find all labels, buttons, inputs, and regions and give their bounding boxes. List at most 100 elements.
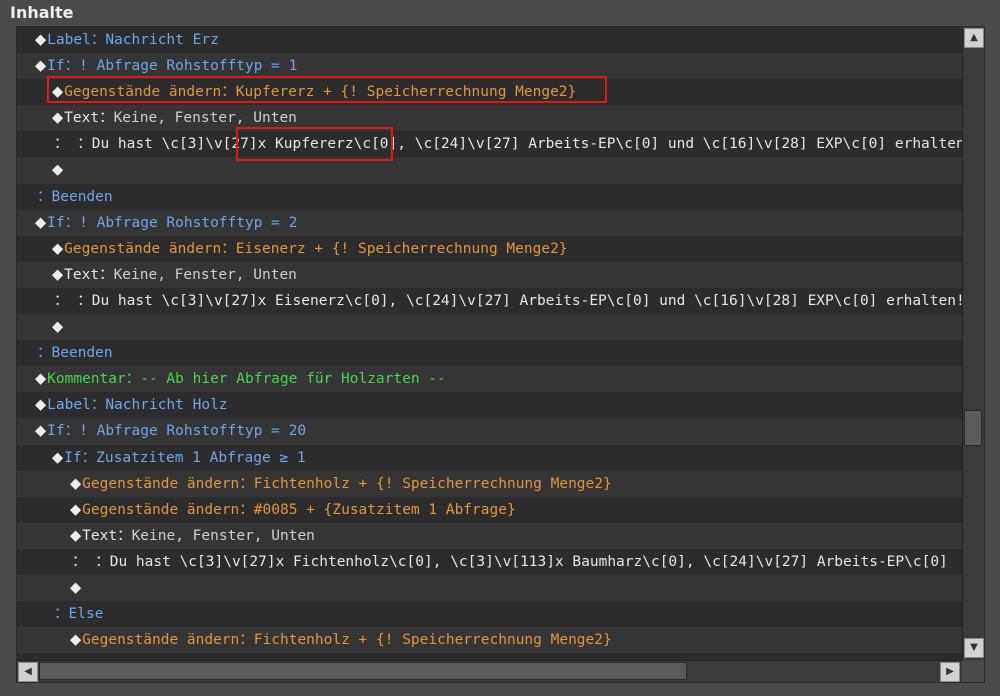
command-text: ：: [239, 475, 254, 492]
diamond-icon: ◆: [35, 423, 47, 440]
diamond-icon: ◆: [70, 579, 82, 596]
diamond-icon: ◆: [35, 58, 47, 75]
vertical-scrollbar[interactable]: ▲ ▼: [962, 27, 984, 660]
diamond-icon: ◆: [52, 110, 64, 127]
arrow-down-icon[interactable]: ▼: [964, 638, 984, 658]
command-text: Gegenstände ändern: [82, 501, 240, 518]
command-text: Gegenstände ändern: [82, 632, 240, 649]
arrow-right-icon[interactable]: ▶: [940, 662, 960, 682]
command-text: ! Abfrage Rohstofftyp = 20: [79, 423, 307, 440]
command-text: -- Ab hier Abfrage für Holzarten --: [140, 371, 446, 388]
event-command-list[interactable]: ◆Label：Nachricht Erz ◆If：! Abfrage Rohsto…: [17, 27, 962, 660]
command-row[interactable]: ： ：Du hast \c[3]\v[27]x Fichtenholz\c[0]…: [17, 548, 962, 575]
command-row[interactable]: ◆Gegenstände ändern：Fichtenholz + {! Spe…: [17, 470, 962, 497]
command-text: Text: [64, 266, 100, 283]
command-row[interactable]: ◆If：Zusatzitem 1 Abfrage ≥ 1: [17, 444, 962, 471]
command-text: ： ：Du hast \c[3]\v[27]x Fichtenholz\c[0]…: [72, 553, 948, 570]
panel-title: Inhalte: [10, 3, 74, 22]
command-text: Kommentar: [47, 371, 126, 388]
command-row[interactable]: ：Beenden: [17, 340, 962, 367]
command-row[interactable]: ◆: [17, 157, 962, 184]
arrow-left-icon[interactable]: ◀: [18, 662, 38, 682]
command-text: ：: [239, 632, 254, 649]
diamond-icon: ◆: [52, 449, 64, 466]
command-text: ：: [221, 84, 236, 101]
command-text: ：Beenden: [37, 188, 113, 205]
horizontal-scroll-thumb[interactable]: [39, 662, 687, 680]
command-row[interactable]: ◆Label：Nachricht Erz: [17, 27, 962, 54]
command-text: Eisenerz + {! Speicherrechnung Menge2}: [235, 240, 568, 257]
command-text: Keine, Fenster, Unten: [113, 266, 297, 283]
diamond-icon: ◆: [70, 632, 82, 649]
command-text: Zusatzitem 1 Abfrage ≥ 1: [96, 449, 306, 466]
diamond-icon: ◆: [35, 32, 47, 48]
command-text: ! Abfrage Rohstofftyp = 2: [79, 214, 298, 231]
command-text: Nachricht Holz: [105, 397, 228, 414]
command-text: Fichtenholz + {! Speicherrechnung Menge2…: [253, 475, 612, 492]
diamond-icon: ◆: [35, 397, 47, 414]
command-text: ：: [99, 266, 114, 283]
command-text: If: [47, 58, 65, 75]
command-row[interactable]: ◆If：! Abfrage Rohstofftyp = 2: [17, 209, 962, 236]
command-text: ：: [125, 371, 141, 388]
diamond-icon: ◆: [52, 240, 64, 257]
command-row[interactable]: ◆Label：Nachricht Holz: [17, 392, 962, 419]
command-text: ：: [90, 32, 106, 48]
command-text: Fichtenholz + {! Speicherrechnung Menge2…: [253, 632, 612, 649]
command-row[interactable]: ◆If：! Abfrage Rohstofftyp = 20: [17, 418, 962, 445]
horizontal-scrollbar[interactable]: ◀ ▶: [17, 660, 962, 682]
diamond-icon: ◆: [35, 214, 47, 231]
command-text: ： ：Du hast \c[3]\v[27]x Kupfererz\c[0], …: [54, 136, 962, 153]
command-row[interactable]: ◆Text：Keine, Fenster, Unten: [17, 105, 962, 132]
arrow-up-icon[interactable]: ▲: [964, 28, 984, 48]
command-text: ：: [64, 423, 80, 440]
command-row[interactable]: ◆: [17, 574, 962, 602]
command-text: ：: [64, 58, 80, 75]
diamond-icon: ◆: [52, 84, 64, 101]
command-row[interactable]: ：Beenden: [17, 183, 962, 210]
command-row[interactable]: ◆: [17, 653, 962, 660]
command-text: ： ：Du hast \c[3]\v[27]x Eisenerz\c[0], \…: [54, 292, 962, 309]
command-text: Text: [82, 527, 118, 544]
command-row[interactable]: ◆: [17, 314, 962, 341]
diamond-icon: ◆: [70, 527, 82, 544]
command-text: Label: [47, 32, 91, 48]
command-text: ：: [90, 397, 106, 414]
diamond-icon: ◆: [52, 319, 64, 336]
command-row[interactable]: ：Else: [17, 601, 962, 628]
command-text: If: [47, 423, 65, 440]
command-text: Kupfererz + {! Speicherrechnung Menge2}: [235, 84, 577, 101]
command-row[interactable]: ： ：Du hast \c[3]\v[27]x Kupfererz\c[0], …: [17, 131, 962, 158]
command-text: ! Abfrage Rohstofftyp = 1: [79, 58, 298, 75]
command-text: Keine, Fenster, Unten: [131, 527, 315, 544]
diamond-icon: ◆: [70, 475, 82, 492]
command-row[interactable]: ◆Gegenstände ändern：Kupfererz + {! Speic…: [17, 79, 962, 106]
vertical-scroll-thumb[interactable]: [964, 410, 982, 446]
command-row[interactable]: ◆Kommentar：-- Ab hier Abfrage für Holzar…: [17, 366, 962, 393]
diamond-icon: ◆: [52, 162, 64, 179]
command-text: Label: [47, 397, 91, 414]
command-row[interactable]: ◆Gegenstände ändern：Fichtenholz + {! Spe…: [17, 627, 962, 654]
command-text: ：Else: [54, 606, 104, 623]
command-text: #0085 + {Zusatzitem 1 Abfrage}: [253, 501, 516, 518]
command-row[interactable]: ◆Gegenstände ändern：#0085 + {Zusatzitem …: [17, 496, 962, 523]
command-text: ：: [221, 240, 236, 257]
command-text: Gegenstände ändern: [64, 240, 222, 257]
command-row[interactable]: ◆Text：Keine, Fenster, Unten: [17, 522, 962, 549]
command-text: ：: [64, 214, 80, 231]
command-text: ：Beenden: [37, 345, 113, 362]
command-text: ：: [99, 110, 114, 127]
command-text: ：: [117, 527, 132, 544]
command-text: Keine, Fenster, Unten: [113, 110, 297, 127]
command-text: Text: [64, 110, 100, 127]
diamond-icon: ◆: [35, 371, 47, 388]
diamond-icon: ◆: [70, 501, 82, 518]
command-text: Gegenstände ändern: [82, 475, 240, 492]
command-row[interactable]: ◆Gegenstände ändern：Eisenerz + {! Speich…: [17, 235, 962, 262]
command-row[interactable]: ◆Text：Keine, Fenster, Unten: [17, 261, 962, 288]
command-text: ：: [81, 449, 97, 466]
scrollbar-corner: [962, 660, 984, 682]
command-row[interactable]: ： ：Du hast \c[3]\v[27]x Eisenerz\c[0], \…: [17, 287, 962, 315]
command-text: If: [64, 449, 82, 466]
command-row[interactable]: ◆If：! Abfrage Rohstofftyp = 1: [17, 53, 962, 80]
